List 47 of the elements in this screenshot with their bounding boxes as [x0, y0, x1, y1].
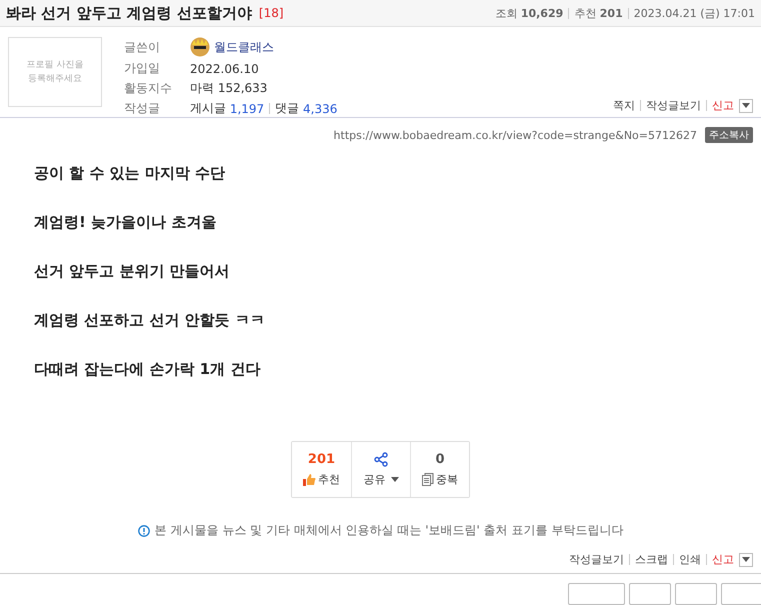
- info-label: 가입일: [124, 60, 161, 77]
- notice-text: 본 게시물을 뉴스 및 기타 매체에서 인용하실 때는 '보배드림' 출처 표기를 부탁드립니다: [154, 522, 624, 539]
- body-paragraph: 다때려 잡는다에 손가락 1개 건다: [34, 359, 262, 379]
- comment-count-label: 댓글: [275, 100, 300, 117]
- post-stat: 조회 10,629: [495, 6, 564, 20]
- text-link[interactable]: 인쇄: [679, 552, 701, 567]
- info-label: 작성글: [124, 100, 161, 117]
- text-link[interactable]: 작성글보기: [646, 98, 701, 113]
- caret-icon: [742, 103, 750, 108]
- caret-icon: [390, 477, 399, 482]
- comment-total[interactable]: 4,336: [303, 102, 338, 116]
- post-count-label: 게시글: [190, 100, 226, 117]
- nav-button[interactable]: [721, 583, 761, 605]
- comment-count: [18]: [258, 6, 284, 20]
- nav-button[interactable]: [675, 583, 717, 605]
- copy-address-button[interactable]: 주소복사: [705, 127, 753, 143]
- nav-button[interactable]: [629, 583, 671, 605]
- duplicate-button[interactable]: 0 중복: [410, 442, 469, 497]
- text-link[interactable]: 신고: [712, 98, 734, 113]
- post-url: https://www.bobaedream.co.kr/view?code=strange&No=5712627: [334, 128, 697, 142]
- text-link[interactable]: 쪽지: [613, 98, 635, 113]
- info-value: 2022.06.10: [190, 62, 260, 76]
- photo-placeholder-text: 프로필 사진을 등록해주세요: [26, 59, 84, 86]
- post-stat: 추천 201: [574, 6, 623, 20]
- body-paragraph: 계엄령 선포하고 선거 안할듯 ㅋㅋ: [34, 310, 266, 330]
- body-paragraph: 계엄령! 늦가을이나 초겨울: [34, 212, 218, 232]
- post-count[interactable]: 1,197: [230, 102, 264, 116]
- text-link[interactable]: 작성글보기: [569, 552, 624, 567]
- avatar-icon: [190, 37, 210, 57]
- info-value: 마력 152,633: [190, 80, 268, 97]
- share-icon: [374, 452, 388, 467]
- info-label: 활동지수: [124, 80, 173, 97]
- body-paragraph: 선거 앞두고 분위기 만들어서: [34, 261, 231, 281]
- document-icon: [422, 473, 434, 486]
- text-link[interactable]: 신고: [712, 552, 734, 567]
- post-date: 2023.04.21 (금) 17:01: [634, 6, 755, 20]
- dropdown-button[interactable]: [739, 552, 753, 566]
- dropdown-button[interactable]: [739, 98, 753, 112]
- body-paragraph: 공이 할 수 있는 마지막 수단: [34, 163, 226, 183]
- post-title: 봐라 선거 앞두고 계엄령 선포할거야: [6, 4, 252, 22]
- caret-icon: [742, 557, 750, 562]
- thumbs-up-icon: [303, 473, 316, 486]
- author-name[interactable]: 월드클래스: [214, 38, 274, 56]
- nav-button[interactable]: [568, 583, 625, 605]
- info-icon: [138, 524, 150, 536]
- text-link[interactable]: 스크랩: [635, 552, 668, 567]
- info-label: 글쓴이: [124, 38, 161, 56]
